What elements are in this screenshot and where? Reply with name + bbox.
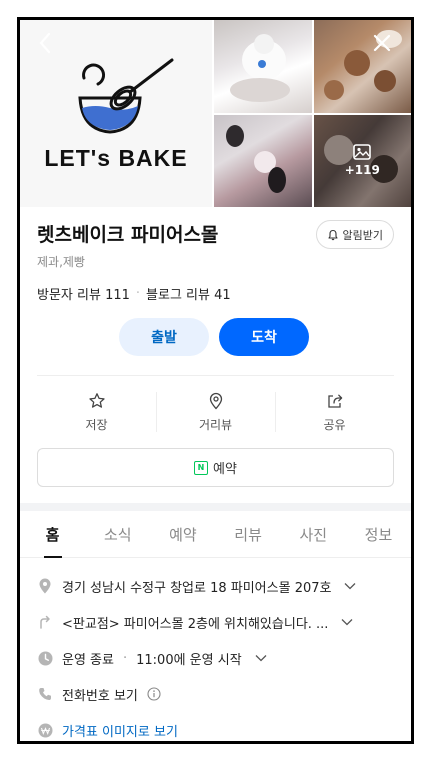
location-pin-icon <box>39 578 51 594</box>
info-list: 경기 성남시 수정구 창업로 18 파미어스몰 207호 <판교점> 파미어스몰… <box>37 568 401 741</box>
phone-row[interactable]: 전화번호 보기 <box>37 676 401 712</box>
phone-icon <box>39 688 51 700</box>
separator-dot: · <box>135 286 141 301</box>
share-button[interactable]: 공유 <box>275 386 394 438</box>
photo-cake[interactable] <box>214 20 312 113</box>
place-page: LET's BAKE +119 렛츠베이크 파미어스몰 알림받기 제과,제빵 방… <box>20 20 411 741</box>
action-bar: 저장 거리뷰 공유 <box>37 386 394 438</box>
photo-class[interactable] <box>214 114 312 207</box>
hours-row[interactable]: 운영 종료 · 11:00에 운영 시작 <box>37 640 401 676</box>
save-label: 저장 <box>85 417 108 432</box>
save-button[interactable]: 저장 <box>37 386 156 438</box>
gallery-icon <box>353 144 372 161</box>
directions-text: <판교점> 파미어스몰 2층에 위치해있습니다. ... <box>62 616 329 632</box>
directions-row[interactable]: <판교점> 파미어스몰 2층에 위치해있습니다. ... <box>37 604 401 640</box>
streetview-button[interactable]: 거리뷰 <box>156 386 275 438</box>
separator-dot: · <box>122 650 128 666</box>
tab-photos[interactable]: 사진 <box>281 511 346 557</box>
address-row[interactable]: 경기 성남시 수정구 창업로 18 파미어스몰 207호 <box>37 568 401 604</box>
address-text: 경기 성남시 수정구 창업로 18 파미어스몰 207호 <box>62 580 332 596</box>
hours-detail: 11:00에 운영 시작 <box>136 652 242 668</box>
depart-button[interactable]: 출발 <box>119 318 209 356</box>
location-pin-icon <box>209 392 222 409</box>
visitor-reviews-link[interactable]: 방문자 리뷰 111 <box>37 284 130 303</box>
arrive-button[interactable]: 도착 <box>219 318 309 356</box>
close-icon <box>373 34 391 52</box>
tab-info[interactable]: 정보 <box>346 511 411 557</box>
notify-label: 알림받기 <box>342 228 383 242</box>
photo-more[interactable]: +119 <box>313 114 411 207</box>
phone-text: 전화번호 보기 <box>62 688 138 704</box>
category-label: 제과,제빵 <box>37 255 85 269</box>
chevron-left-icon <box>39 32 51 54</box>
photo-header: LET's BAKE +119 <box>20 20 411 207</box>
share-label: 공유 <box>323 417 346 432</box>
hours-status: 운영 종료 <box>62 652 114 668</box>
tab-reviews[interactable]: 리뷰 <box>216 511 281 557</box>
turn-arrow-icon <box>40 615 50 629</box>
tab-home[interactable]: 홈 <box>20 511 85 557</box>
streetview-label: 거리뷰 <box>198 417 233 432</box>
clock-icon <box>38 651 52 665</box>
reserve-label: 예약 <box>213 462 237 477</box>
section-gap <box>20 503 411 511</box>
logo-text: LET's BAKE <box>44 145 187 171</box>
divider <box>37 375 394 376</box>
blog-reviews-link[interactable]: 블로그 리뷰 41 <box>146 284 231 303</box>
review-summary: 방문자 리뷰 111 · 블로그 리뷰 41 <box>37 284 231 303</box>
window-frame: LET's BAKE +119 렛츠베이크 파미어스몰 알림받기 제과,제빵 방… <box>17 17 414 744</box>
chevron-down-icon <box>255 654 267 662</box>
share-icon <box>327 394 342 408</box>
bell-icon <box>327 229 338 240</box>
price-link[interactable]: 가격표 이미지로 보기 <box>62 721 178 740</box>
more-count: +119 <box>344 163 380 178</box>
info-icon[interactable] <box>147 687 161 701</box>
notify-button[interactable]: 알림받기 <box>315 220 394 249</box>
won-icon <box>38 723 52 737</box>
reserve-button[interactable]: N 예약 <box>37 448 394 487</box>
star-icon <box>88 392 105 408</box>
tab-news[interactable]: 소식 <box>85 511 150 557</box>
more-photos-overlay[interactable]: +119 <box>313 114 411 207</box>
naver-n-icon: N <box>194 460 209 475</box>
tab-bar: 홈 소식 예약 리뷰 사진 정보 <box>20 511 411 558</box>
tab-reservation[interactable]: 예약 <box>150 511 215 557</box>
close-button[interactable] <box>367 28 397 58</box>
place-title: 렛츠베이크 파미어스몰 <box>37 224 219 246</box>
price-row[interactable]: 가격표 이미지로 보기 <box>37 712 401 741</box>
back-button[interactable] <box>30 28 60 58</box>
chevron-down-icon <box>344 582 356 590</box>
chevron-down-icon <box>341 618 353 626</box>
